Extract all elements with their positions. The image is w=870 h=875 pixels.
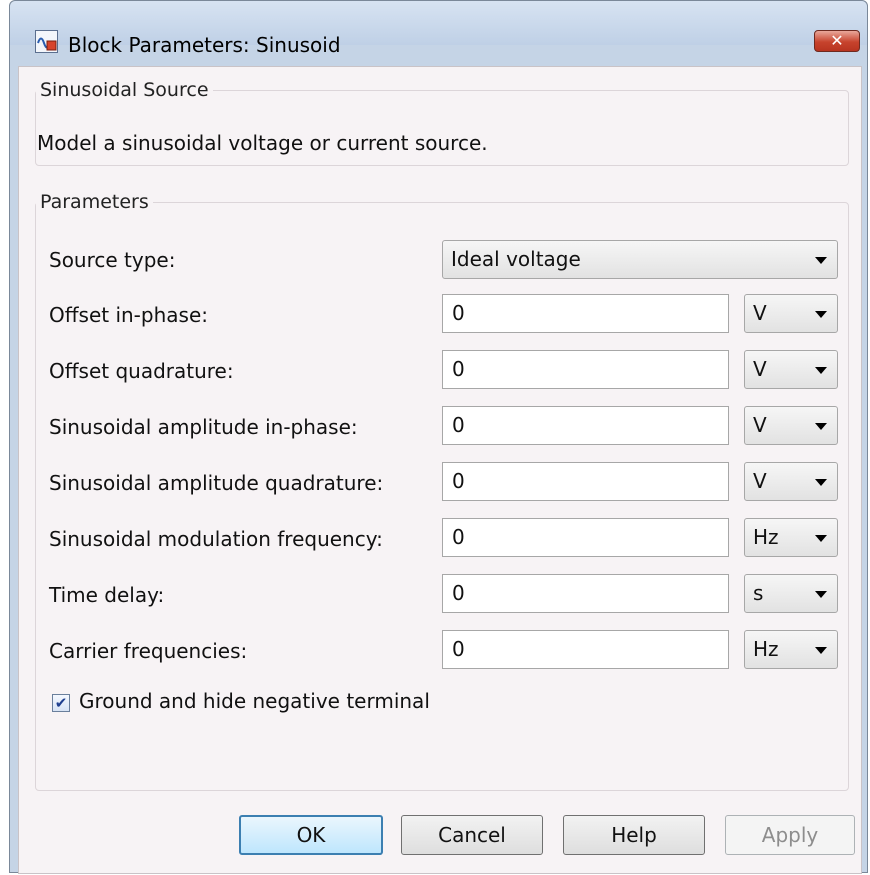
chevron-down-icon bbox=[815, 479, 827, 486]
amplitude-in-phase-label: Sinusoidal amplitude in-phase: bbox=[49, 415, 358, 439]
chevron-down-icon bbox=[815, 423, 827, 430]
close-icon: ✕ bbox=[830, 31, 844, 50]
amplitude-in-phase-unit-select[interactable]: V bbox=[744, 406, 838, 445]
chevron-down-icon bbox=[815, 535, 827, 542]
unit-value: V bbox=[753, 357, 767, 381]
offset-quadrature-unit-select[interactable]: V bbox=[744, 350, 838, 389]
offset-in-phase-label: Offset in-phase: bbox=[49, 303, 208, 327]
unit-value: Hz bbox=[753, 637, 779, 661]
parameters-legend: Parameters bbox=[40, 191, 149, 213]
chevron-down-icon bbox=[815, 367, 827, 374]
chevron-down-icon bbox=[815, 647, 827, 654]
time-delay-input[interactable]: 0 bbox=[442, 574, 729, 613]
ground-checkbox-label[interactable]: Ground and hide negative terminal bbox=[79, 689, 430, 713]
amplitude-quadrature-unit-select[interactable]: V bbox=[744, 462, 838, 501]
help-button[interactable]: Help bbox=[563, 815, 705, 855]
close-button[interactable]: ✕ bbox=[814, 30, 860, 52]
offset-in-phase-unit-select[interactable]: V bbox=[744, 294, 838, 333]
carrier-frequencies-input[interactable]: 0 bbox=[442, 630, 729, 669]
time-delay-unit-select[interactable]: s bbox=[744, 574, 838, 613]
chevron-down-icon bbox=[815, 257, 827, 264]
checkmark-icon: ✔ bbox=[54, 694, 68, 712]
unit-value: s bbox=[753, 581, 764, 605]
cancel-button[interactable]: Cancel bbox=[401, 815, 543, 855]
unit-value: V bbox=[753, 413, 767, 437]
carrier-frequencies-unit-select[interactable]: Hz bbox=[744, 630, 838, 669]
offset-in-phase-input[interactable]: 0 bbox=[442, 294, 729, 333]
amplitude-in-phase-input[interactable]: 0 bbox=[442, 406, 729, 445]
amplitude-quadrature-input[interactable]: 0 bbox=[442, 462, 729, 501]
modulation-frequency-label: Sinusoidal modulation frequency: bbox=[49, 527, 383, 551]
block-description: Model a sinusoidal voltage or current so… bbox=[37, 131, 488, 155]
source-type-label: Source type: bbox=[49, 248, 176, 272]
apply-button[interactable]: Apply bbox=[725, 815, 855, 855]
dialog-window: Block Parameters: Sinusoid ✕ Sinusoidal … bbox=[9, 0, 868, 874]
source-type-value: Ideal voltage bbox=[451, 247, 581, 271]
unit-value: Hz bbox=[753, 525, 779, 549]
modulation-frequency-unit-select[interactable]: Hz bbox=[744, 518, 838, 557]
modulation-frequency-input[interactable]: 0 bbox=[442, 518, 729, 557]
chevron-down-icon bbox=[815, 311, 827, 318]
offset-quadrature-input[interactable]: 0 bbox=[442, 350, 729, 389]
window-title: Block Parameters: Sinusoid bbox=[68, 33, 341, 57]
chevron-down-icon bbox=[815, 591, 827, 598]
time-delay-label: Time delay: bbox=[49, 583, 165, 607]
dialog-body: Sinusoidal Source Model a sinusoidal vol… bbox=[18, 66, 862, 874]
title-bar[interactable]: Block Parameters: Sinusoid ✕ bbox=[10, 1, 867, 57]
amplitude-quadrature-label: Sinusoidal amplitude quadrature: bbox=[49, 471, 384, 495]
carrier-frequencies-label: Carrier frequencies: bbox=[49, 639, 248, 663]
source-type-select[interactable]: Ideal voltage bbox=[442, 240, 838, 279]
ground-checkbox[interactable]: ✔ bbox=[52, 694, 70, 712]
unit-value: V bbox=[753, 301, 767, 325]
ok-button[interactable]: OK bbox=[239, 815, 383, 855]
unit-value: V bbox=[753, 469, 767, 493]
simulink-block-icon bbox=[35, 30, 58, 53]
sinusoidal-source-legend: Sinusoidal Source bbox=[40, 79, 209, 101]
offset-quadrature-label: Offset quadrature: bbox=[49, 359, 234, 383]
